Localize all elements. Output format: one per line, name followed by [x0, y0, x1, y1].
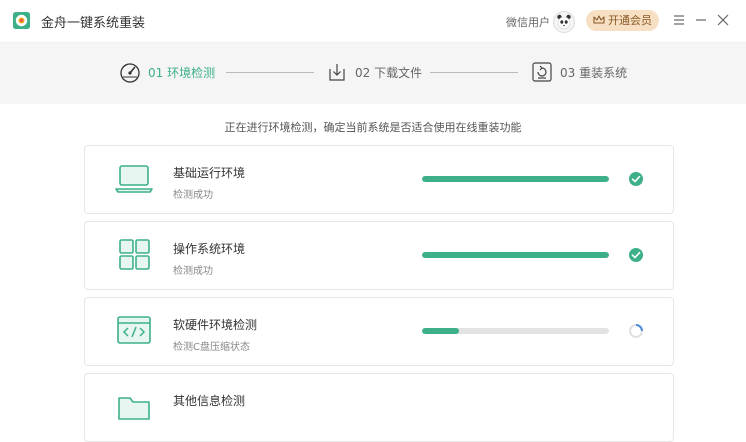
progress-fill — [422, 252, 609, 258]
check-card: 操作系统环境 检测成功 — [84, 221, 674, 290]
check-status: 检测C盘压缩状态 — [173, 342, 250, 353]
check-title: 软硬件环境检测 — [173, 318, 258, 332]
app-logo-icon — [12, 11, 31, 30]
download-icon — [329, 64, 345, 81]
progress-bar — [422, 176, 609, 182]
close-button[interactable] — [715, 10, 733, 30]
title-bar: 金舟一键系统重装 微信用户 开通会员 — [0, 0, 746, 43]
folder-icon — [118, 397, 150, 420]
check-status: 检测成功 — [173, 190, 213, 201]
minimize-icon — [696, 19, 706, 21]
gauge-icon — [120, 63, 140, 83]
check-card: 软硬件环境检测 检测C盘压缩状态 — [84, 297, 674, 366]
step-label: 02 下载文件 — [355, 65, 423, 80]
status-message: 正在进行环境检测，确定当前系统是否适合使用在线重装功能 — [224, 121, 522, 134]
check-title: 基础运行环境 — [173, 166, 246, 180]
check-title: 其他信息检测 — [173, 394, 246, 408]
user-name[interactable]: 微信用户 — [506, 14, 550, 30]
step-connector — [226, 72, 314, 73]
step-connector — [430, 72, 518, 73]
app-title: 金舟一键系统重装 — [41, 16, 146, 31]
step-download-files: 02 下载文件 — [326, 61, 422, 83]
close-icon — [717, 14, 729, 26]
check-done-icon — [629, 172, 643, 186]
progress-fill — [422, 328, 460, 334]
check-card: 基础运行环境 检测成功 — [84, 145, 674, 214]
check-card: 其他信息检测 — [84, 373, 674, 442]
check-title: 操作系统环境 — [173, 242, 246, 256]
step-reinstall-system: 03 重装系统 — [531, 61, 627, 83]
progress-bar — [422, 252, 609, 258]
minimize-button[interactable] — [693, 10, 711, 30]
windows-grid-icon — [119, 239, 150, 270]
code-window-icon — [117, 316, 151, 344]
step-label: 03 重装系统 — [560, 65, 628, 80]
laptop-icon — [115, 165, 153, 193]
vip-button[interactable]: 开通会员 — [586, 10, 659, 31]
vip-label: 开通会员 — [608, 14, 652, 27]
check-status: 检测成功 — [173, 266, 213, 277]
menu-button[interactable] — [671, 10, 689, 30]
steps-bar: 01 环境检测 02 下载文件 03 重装系统 — [0, 43, 746, 104]
avatar[interactable] — [553, 11, 575, 33]
crown-icon — [593, 15, 605, 24]
menu-icon — [674, 15, 684, 25]
reinstall-icon — [532, 62, 552, 82]
progress-bar — [422, 328, 609, 334]
step-environment-check: 01 环境检测 — [119, 61, 215, 83]
step-label: 01 环境检测 — [148, 65, 216, 80]
loading-spinner-icon — [629, 324, 643, 338]
check-done-icon — [629, 248, 643, 262]
progress-fill — [422, 176, 609, 182]
